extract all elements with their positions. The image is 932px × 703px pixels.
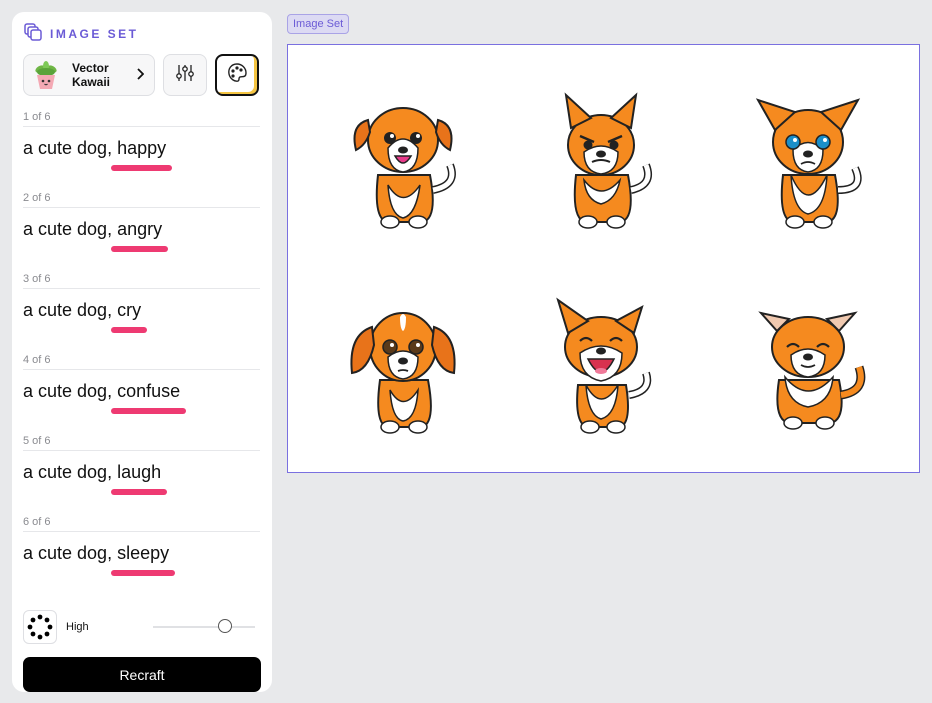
prompt-list: 1 of 6 a cute dog, happy 2 of 6 a cute d… <box>23 108 260 594</box>
prompt-item[interactable]: 6 of 6 a cute dog, sleepy <box>23 513 260 594</box>
chevron-right-icon <box>136 67 145 83</box>
prompt-base: a cute dog, <box>23 462 113 482</box>
prompt-variable[interactable]: sleepy <box>111 543 176 576</box>
prompt-variable[interactable]: confuse <box>111 381 187 414</box>
sliders-icon <box>175 63 195 88</box>
settings-button[interactable] <box>163 54 207 96</box>
palette-icon <box>226 62 248 89</box>
image-canvas[interactable] <box>287 44 920 473</box>
prompt-base: a cute dog, <box>23 543 113 563</box>
dog-image-sleepy[interactable] <box>743 295 873 435</box>
quality-label: High <box>66 621 89 633</box>
prompt-text[interactable]: a cute dog, happy <box>23 138 173 171</box>
prompt-base: a cute dog, <box>23 219 113 239</box>
prompt-count: 5 of 6 <box>23 435 51 447</box>
prompt-count: 1 of 6 <box>23 111 51 123</box>
prompt-item[interactable]: 4 of 6 a cute dog, confuse <box>23 351 260 432</box>
recraft-button[interactable]: Recraft <box>23 657 261 692</box>
prompt-text[interactable]: a cute dog, cry <box>23 300 148 333</box>
plant-pot-icon <box>30 59 62 91</box>
prompt-base: a cute dog, <box>23 138 113 158</box>
divider <box>23 126 260 127</box>
style-name: Vector Kawaii <box>72 61 111 89</box>
slider-knob[interactable] <box>218 619 233 633</box>
divider <box>23 288 260 289</box>
divider <box>23 207 260 208</box>
quality-icon[interactable] <box>23 610 57 644</box>
prompt-variable[interactable]: happy <box>111 138 173 171</box>
divider <box>23 369 260 370</box>
dog-image-laugh[interactable] <box>536 295 666 435</box>
prompt-text[interactable]: a cute dog, confuse <box>23 381 187 414</box>
image-set-icon <box>24 22 42 46</box>
prompt-count: 4 of 6 <box>23 354 51 366</box>
dog-image-confuse[interactable] <box>338 295 468 435</box>
prompt-text[interactable]: a cute dog, laugh <box>23 462 168 495</box>
prompt-panel: IMAGE SET Vector Kawaii 1 of 6 a cute do… <box>12 12 272 692</box>
prompt-base: a cute dog, <box>23 381 113 401</box>
dog-image-happy[interactable] <box>338 90 468 230</box>
image-set-tag[interactable]: Image Set <box>287 14 350 34</box>
prompt-item[interactable]: 1 of 6 a cute dog, happy <box>23 108 260 189</box>
prompt-count: 6 of 6 <box>23 516 51 528</box>
panel-header: IMAGE SET <box>24 22 139 46</box>
prompt-item[interactable]: 5 of 6 a cute dog, laugh <box>23 432 260 513</box>
prompt-item[interactable]: 2 of 6 a cute dog, angry <box>23 189 260 270</box>
palette-button[interactable] <box>215 54 259 96</box>
prompt-variable[interactable]: angry <box>111 219 169 252</box>
prompt-item[interactable]: 3 of 6 a cute dog, cry <box>23 270 260 351</box>
divider <box>23 450 260 451</box>
panel-title: IMAGE SET <box>50 27 139 41</box>
quality-slider[interactable] <box>153 619 255 633</box>
divider <box>23 531 260 532</box>
style-selector[interactable]: Vector Kawaii <box>23 54 155 96</box>
prompt-count: 3 of 6 <box>23 273 51 285</box>
dog-image-angry[interactable] <box>536 90 666 230</box>
prompt-text[interactable]: a cute dog, sleepy <box>23 543 176 576</box>
prompt-text[interactable]: a cute dog, angry <box>23 219 169 252</box>
dog-image-cry[interactable] <box>743 90 873 230</box>
style-row: Vector Kawaii <box>23 54 259 96</box>
prompt-count: 2 of 6 <box>23 192 51 204</box>
prompt-base: a cute dog, <box>23 300 113 320</box>
prompt-variable[interactable]: cry <box>111 300 148 333</box>
prompt-variable[interactable]: laugh <box>111 462 168 495</box>
quality-row: High <box>23 610 260 644</box>
